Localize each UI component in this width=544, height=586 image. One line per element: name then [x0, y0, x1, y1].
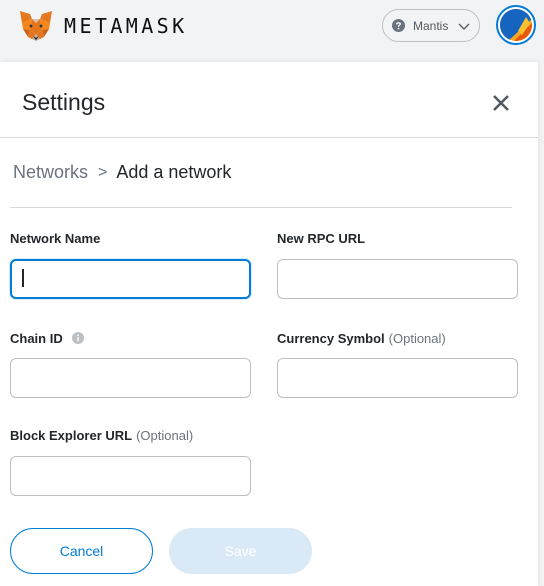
rpc-url-input[interactable]	[277, 259, 518, 299]
network-selector[interactable]: Mantis	[382, 9, 480, 42]
section-divider	[10, 207, 512, 208]
currency-symbol-label: Currency Symbol (Optional)	[277, 331, 446, 346]
currency-symbol-input[interactable]	[277, 358, 518, 398]
rpc-url-label: New RPC URL	[277, 231, 366, 246]
network-name-input[interactable]	[10, 259, 251, 299]
account-avatar[interactable]	[496, 5, 536, 45]
breadcrumb-networks-link[interactable]: Networks	[13, 162, 88, 183]
optional-hint: (Optional)	[136, 428, 194, 443]
chain-id-label: Chain ID	[10, 331, 85, 346]
breadcrumb: Networks > Add a network	[13, 162, 231, 183]
breadcrumb-separator: >	[98, 163, 108, 181]
header-divider	[0, 137, 538, 138]
info-icon[interactable]	[72, 332, 85, 344]
cancel-button[interactable]: Cancel	[10, 528, 153, 574]
block-explorer-input[interactable]	[10, 456, 251, 496]
app-header: METAMASK Mantis	[0, 0, 544, 62]
network-label: Mantis	[413, 18, 449, 33]
text-caret	[22, 269, 24, 287]
chain-id-input[interactable]	[10, 358, 251, 398]
page-title: Settings	[22, 89, 106, 115]
settings-panel: Settings Networks > Add a network Networ…	[0, 62, 538, 586]
metamask-fox-icon[interactable]	[19, 10, 53, 42]
chevron-down-icon	[458, 23, 470, 30]
breadcrumb-current: Add a network	[116, 162, 232, 182]
save-button[interactable]: Save	[169, 528, 312, 574]
metamask-wordmark: METAMASK	[64, 14, 188, 38]
account-identicon	[500, 9, 532, 41]
close-icon[interactable]	[491, 93, 511, 113]
optional-hint: (Optional)	[388, 331, 446, 346]
chain-id-label-text: Chain ID	[10, 331, 63, 346]
block-explorer-label: Block Explorer URL (Optional)	[10, 428, 193, 443]
block-explorer-label-text: Block Explorer URL	[10, 428, 133, 443]
help-icon	[392, 19, 405, 32]
currency-symbol-label-text: Currency Symbol	[277, 331, 385, 346]
network-name-label: Network Name	[10, 231, 101, 246]
